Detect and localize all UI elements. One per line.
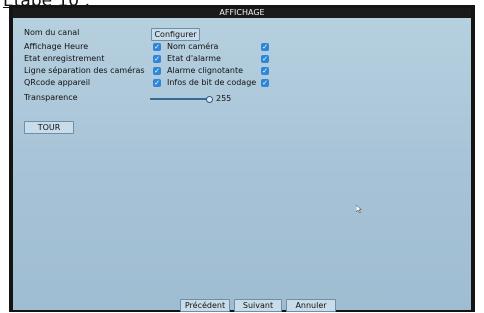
blinking-alarm-checkbox[interactable]: ✓ [261,67,269,75]
record-status-label: Etat enregistrement [24,54,105,63]
transparency-slider-handle[interactable] [206,96,213,103]
camera-name-label: Nom caméra [167,42,219,51]
window-title: AFFICHAGE [13,8,471,18]
camera-separator-checkbox[interactable]: ✓ [153,67,161,75]
channel-name-label: Nom du canal [24,28,80,37]
previous-button[interactable]: Précédent [180,299,230,312]
next-button[interactable]: Suivant [234,299,282,312]
time-display-checkbox[interactable]: ✓ [153,43,161,51]
bitrate-info-checkbox[interactable]: ✓ [261,79,269,87]
alarm-status-label: Etat d'alarme [167,54,221,63]
alarm-status-checkbox[interactable]: ✓ [261,55,269,63]
device-qrcode-label: QRcode appareil [24,78,91,87]
transparency-value: 255 [216,94,232,103]
device-qrcode-checkbox[interactable]: ✓ [153,79,161,87]
configure-button[interactable]: Configurer [151,28,200,41]
cancel-button[interactable]: Annuler [286,299,336,312]
record-status-checkbox[interactable]: ✓ [153,55,161,63]
tour-button[interactable]: TOUR [24,121,74,134]
camera-name-checkbox[interactable]: ✓ [261,43,269,51]
blinking-alarm-label: Alarme clignotante [167,66,244,75]
mouse-pointer-icon [356,205,362,213]
time-display-label: Affichage Heure [24,42,89,51]
camera-separator-label: Ligne séparation des caméras [24,66,145,75]
transparency-slider[interactable] [150,98,208,100]
bitrate-info-label: Infos de bit de codage [167,78,257,87]
transparency-label: Transparence [24,93,78,102]
